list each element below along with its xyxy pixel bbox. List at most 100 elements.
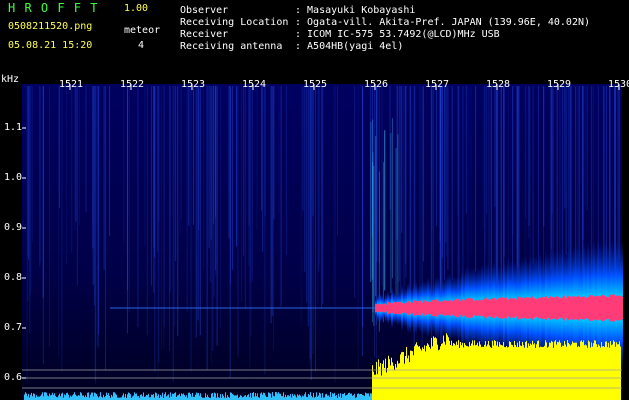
plume-core — [523, 297, 525, 319]
plume-core — [599, 296, 601, 320]
noise-streak — [150, 86, 152, 286]
level-bar — [303, 396, 304, 400]
level-bar — [294, 394, 295, 400]
level-bar — [544, 345, 545, 400]
level-bar — [273, 395, 274, 400]
level-bar — [190, 393, 191, 400]
level-bar — [425, 351, 426, 400]
level-bar — [81, 393, 82, 400]
level-bar — [336, 395, 337, 400]
noise-streak — [399, 86, 401, 282]
level-bar — [395, 364, 396, 400]
level-bar — [34, 393, 35, 400]
level-bar — [412, 351, 413, 400]
plume-core — [509, 297, 511, 319]
plume-core — [499, 297, 501, 319]
level-bar — [431, 337, 432, 400]
noise-streak — [446, 86, 448, 257]
noise-streak — [244, 86, 246, 309]
noise-streak — [249, 86, 251, 284]
level-bar — [402, 351, 403, 400]
level-bar — [482, 346, 483, 400]
level-bar — [129, 393, 130, 400]
level-bar — [411, 350, 412, 400]
level-bar — [369, 396, 370, 400]
level-bar — [141, 394, 142, 400]
level-bar — [97, 396, 98, 400]
level-bar — [128, 392, 129, 400]
plume-core — [521, 297, 523, 319]
noise-streak — [154, 86, 156, 258]
level-bar — [591, 342, 592, 400]
level-bar — [335, 395, 336, 400]
level-bar — [448, 337, 449, 400]
level-bar — [606, 341, 607, 400]
level-bar — [158, 394, 159, 400]
level-bar — [414, 346, 415, 400]
bright-streak — [373, 165, 375, 326]
plume-core — [607, 297, 609, 319]
level-bar — [183, 393, 184, 400]
noise-streak — [236, 86, 238, 247]
level-bar — [491, 347, 492, 400]
noise-streak — [220, 86, 222, 328]
plume-core — [579, 297, 581, 319]
noise-streak — [103, 86, 105, 271]
level-bar — [441, 343, 442, 400]
noise-streak — [186, 86, 188, 313]
level-bar — [549, 342, 550, 400]
level-bar — [342, 393, 343, 400]
level-bar — [67, 392, 68, 400]
noise-streak — [109, 86, 111, 237]
noise-streak — [229, 86, 231, 378]
level-bar — [292, 393, 293, 400]
level-bar — [368, 393, 369, 400]
noise-streak — [312, 86, 314, 354]
level-bar — [572, 341, 573, 400]
noise-streak — [532, 86, 534, 265]
level-bar — [439, 349, 440, 400]
level-bar — [250, 392, 251, 400]
level-bar — [94, 392, 95, 400]
time-tick-label: 1527 — [425, 79, 450, 90]
plume-core — [583, 296, 585, 320]
level-bar — [452, 345, 453, 400]
level-bar — [167, 395, 168, 400]
noise-streak — [405, 86, 407, 264]
noise-streak — [174, 86, 176, 327]
level-bar — [181, 393, 182, 400]
plume-core — [553, 297, 555, 319]
plume-core — [455, 298, 457, 318]
plume-core — [619, 295, 621, 321]
noise-streak — [445, 86, 447, 243]
level-bar — [151, 394, 152, 400]
plume-core — [589, 295, 591, 321]
plume-core — [613, 294, 615, 322]
level-bar — [281, 396, 282, 400]
level-bar — [409, 362, 410, 400]
level-bar — [283, 392, 284, 400]
level-bar — [401, 352, 402, 400]
level-bar — [478, 346, 479, 400]
level-bar — [295, 395, 296, 400]
level-bar — [461, 345, 462, 400]
level-bar — [137, 396, 138, 400]
level-bar — [513, 347, 514, 400]
plume-core — [527, 297, 529, 319]
level-bar — [540, 346, 541, 400]
level-bar — [143, 392, 144, 400]
level-bar — [256, 396, 257, 400]
plume-core — [561, 297, 563, 319]
level-bar — [598, 344, 599, 400]
plume-core — [439, 301, 441, 315]
level-bar — [535, 347, 536, 400]
level-bar — [434, 337, 435, 400]
level-bar — [361, 394, 362, 400]
level-bar — [358, 393, 359, 400]
level-bar — [403, 352, 404, 400]
level-bar — [130, 394, 131, 400]
antenna-value: : A504HB(yagi 4el) — [295, 41, 404, 52]
level-bar — [553, 347, 554, 400]
level-bar — [326, 393, 327, 400]
level-bar — [512, 345, 513, 400]
